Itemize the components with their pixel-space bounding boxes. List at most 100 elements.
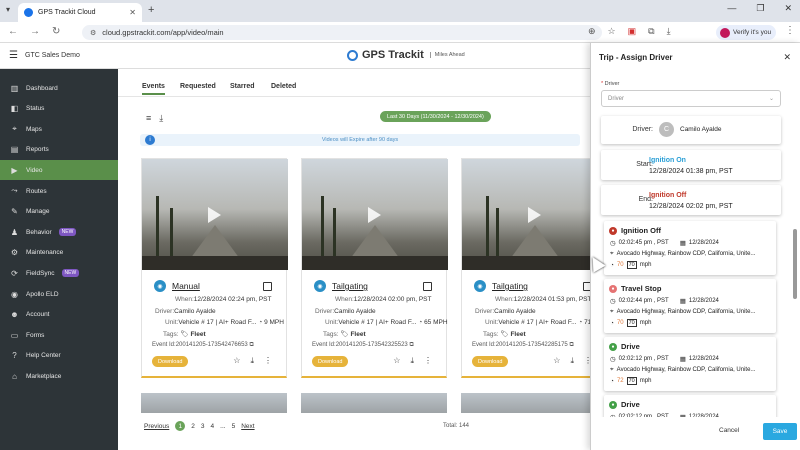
tab-requested[interactable]: Requested xyxy=(180,83,216,90)
sidebar-item-maintenance[interactable]: ⚙ Maintenance xyxy=(0,243,118,263)
sidebar-item-video[interactable]: ▶ Video xyxy=(0,160,118,181)
select-checkbox[interactable] xyxy=(423,282,432,291)
download-icon[interactable]: ⤓ xyxy=(250,356,254,366)
save-button[interactable]: Save xyxy=(763,423,797,440)
pagination-page-3[interactable]: 3 xyxy=(201,423,205,430)
trip-events-list[interactable]: ● Ignition Off ◷ 02:02:45 pm , PST ▦ 12/28/20… xyxy=(601,219,779,417)
filter-icon[interactable]: ≡ xyxy=(146,113,151,124)
copy-icon[interactable]: ⧉ xyxy=(569,342,573,348)
event-title-link[interactable]: Manual xyxy=(172,281,200,291)
when-value: 12/28/2024 01:53 pm, PST xyxy=(513,296,590,303)
expire-notice-text: Videos will Expire after 90 days xyxy=(321,137,399,143)
event-title-link[interactable]: Tailgating xyxy=(332,281,368,291)
event-id: Event Id:200141205-173542476653 ⧉ xyxy=(152,342,254,349)
pagination-next[interactable]: Next xyxy=(241,423,254,430)
trip-event-item[interactable]: ● Travel Stop ◷ 02:02:44 pm , PST ▦ 12/28/202… xyxy=(604,279,776,333)
pagination-page-1[interactable]: 1 xyxy=(175,421,186,431)
more-options-icon[interactable]: ⋮ xyxy=(424,356,432,366)
star-icon[interactable]: ☆ xyxy=(393,356,400,366)
video-event-card[interactable]: ◉ Tailgating When:12/28/2024 02:00 pm, PST… xyxy=(301,158,448,378)
copy-icon[interactable]: ⧉ xyxy=(249,342,253,348)
close-window-icon[interactable]: ✕ xyxy=(784,3,792,14)
trip-event-item[interactable]: ● Drive ◷02:02:12 pm , PST ▦12/28/2024 xyxy=(604,395,776,417)
star-icon[interactable]: ☆ xyxy=(553,356,560,366)
next-row-thumbnail[interactable] xyxy=(461,393,590,413)
tab-events[interactable]: Events xyxy=(142,83,165,95)
play-icon[interactable] xyxy=(208,207,221,223)
video-thumbnail[interactable] xyxy=(142,159,288,270)
event-title-link[interactable]: Tailgating xyxy=(492,281,528,291)
next-row-thumbnail[interactable] xyxy=(301,393,447,413)
translate-icon[interactable]: ⊕ xyxy=(588,26,596,37)
speedometer-icon: ◔ xyxy=(418,319,423,326)
more-options-icon[interactable]: ⋮ xyxy=(264,356,272,366)
select-checkbox[interactable] xyxy=(263,282,272,291)
download-icon[interactable]: ⤓ xyxy=(570,356,574,366)
pagination-previous[interactable]: Previous xyxy=(144,423,169,430)
close-tab-icon[interactable]: ✕ xyxy=(129,8,136,17)
browser-tab[interactable]: GPS Trackit Cloud ✕ xyxy=(18,3,142,22)
sidebar-item-behavior[interactable]: ♟ Behavior NEW xyxy=(0,222,118,242)
download-icon[interactable]: ⤓ xyxy=(410,356,414,366)
sidebar-item-status[interactable]: ◧ Status xyxy=(0,99,118,119)
copy-icon[interactable]: ⧉ xyxy=(409,342,413,348)
sidebar-item-forms[interactable]: ▭ Forms xyxy=(0,325,118,345)
forward-icon[interactable]: → xyxy=(30,26,40,37)
reload-icon[interactable]: ↻ xyxy=(52,26,60,37)
site-info-icon[interactable]: ⚙ xyxy=(90,29,96,37)
sidebar-item-label: Account xyxy=(26,311,50,319)
tab-deleted[interactable]: Deleted xyxy=(271,83,296,90)
video-thumbnail[interactable] xyxy=(462,159,590,270)
play-icon[interactable] xyxy=(368,207,381,223)
new-tab-icon[interactable]: + xyxy=(148,4,154,16)
video-event-card[interactable]: ◉ Tailgating When:12/28/2024 01:53 pm, PST… xyxy=(461,158,590,378)
export-download-icon[interactable]: ⤓ xyxy=(159,113,163,124)
sidebar-item-fieldsync[interactable]: ⟳ FieldSync NEW xyxy=(0,263,118,283)
trip-event-item[interactable]: ● Drive ◷ 02:02:12 pm , PST ▦ 12/28/2024 ⌖ Avoc… xyxy=(604,337,776,391)
back-icon[interactable]: ← xyxy=(8,26,18,37)
sidebar-item-marketplace[interactable]: ⌂ Marketplace xyxy=(0,366,118,386)
play-icon[interactable] xyxy=(528,207,541,223)
sidebar-item-dashboard[interactable]: ▥ Dashboard xyxy=(0,78,118,98)
select-checkbox[interactable] xyxy=(583,282,590,291)
maximize-icon[interactable]: ❐ xyxy=(756,3,764,14)
tab-search-icon[interactable]: ▾ xyxy=(6,5,10,14)
tab-starred[interactable]: Starred xyxy=(230,83,255,90)
sidebar-item-maps[interactable]: ⌖ Maps xyxy=(0,119,118,139)
sidebar-item-account[interactable]: ☻ Account xyxy=(0,305,118,325)
cancel-button[interactable]: Cancel xyxy=(719,427,739,434)
sidebar-item-apollo-eld[interactable]: ◉ Apollo ELD xyxy=(0,284,118,304)
url-field[interactable]: ⚙ cloud.gpstrackit.com/app/video/main xyxy=(82,25,602,40)
extension-red-icon[interactable]: ▣ xyxy=(628,26,637,37)
hamburger-menu-icon[interactable]: ☰ xyxy=(9,50,18,61)
bookmark-star-icon[interactable]: ☆ xyxy=(608,26,616,37)
minimize-icon[interactable]: — xyxy=(727,3,736,14)
video-event-card[interactable]: ◉ Manual When:12/28/2024 02:24 pm, PST Driv… xyxy=(141,158,288,378)
close-panel-icon[interactable]: ✕ xyxy=(783,52,791,63)
download-icon[interactable]: ⤓ xyxy=(667,26,671,37)
date-range-chip[interactable]: Last 30 Days (11/30/2024 - 12/30/2024) xyxy=(380,111,491,122)
pagination-page-5[interactable]: 5 xyxy=(232,423,236,430)
pagination-page-4[interactable]: 4 xyxy=(211,423,215,430)
scrollbar-thumb[interactable] xyxy=(793,229,797,299)
extensions-puzzle-icon[interactable]: ⧉ xyxy=(648,26,654,37)
sidebar-item-help-center[interactable]: ? Help Center xyxy=(0,346,118,366)
app-logo[interactable]: GPS Trackit Miles Ahead xyxy=(347,49,465,61)
driver-select[interactable]: Driver ⌄ xyxy=(601,90,781,107)
trip-event-address-row: ⌖ Avocado Highway, Rainbow CDP, Californi… xyxy=(610,366,755,374)
download-button[interactable]: Download xyxy=(152,356,189,367)
star-icon[interactable]: ☆ xyxy=(233,356,240,366)
download-button[interactable]: Download xyxy=(312,356,349,367)
sidebar-item-manage[interactable]: ✎ Manage xyxy=(0,202,118,222)
trip-event-item[interactable]: ● Ignition Off ◷ 02:02:45 pm , PST ▦ 12/28/20… xyxy=(604,221,776,275)
profile-button[interactable]: Verify it's you xyxy=(716,25,776,40)
video-thumbnail[interactable] xyxy=(302,159,448,270)
thumbnail-detail xyxy=(156,196,159,256)
next-row-thumbnail[interactable] xyxy=(141,393,287,413)
sidebar-item-reports[interactable]: ▤ Reports xyxy=(0,140,118,160)
sidebar-item-routes[interactable]: ⤳ Routes xyxy=(0,181,118,201)
pagination-page-2[interactable]: 2 xyxy=(191,423,195,430)
browser-menu-icon[interactable]: ⋮ xyxy=(785,25,795,36)
events-scrollbar[interactable] xyxy=(793,219,797,417)
download-button[interactable]: Download xyxy=(472,356,509,367)
